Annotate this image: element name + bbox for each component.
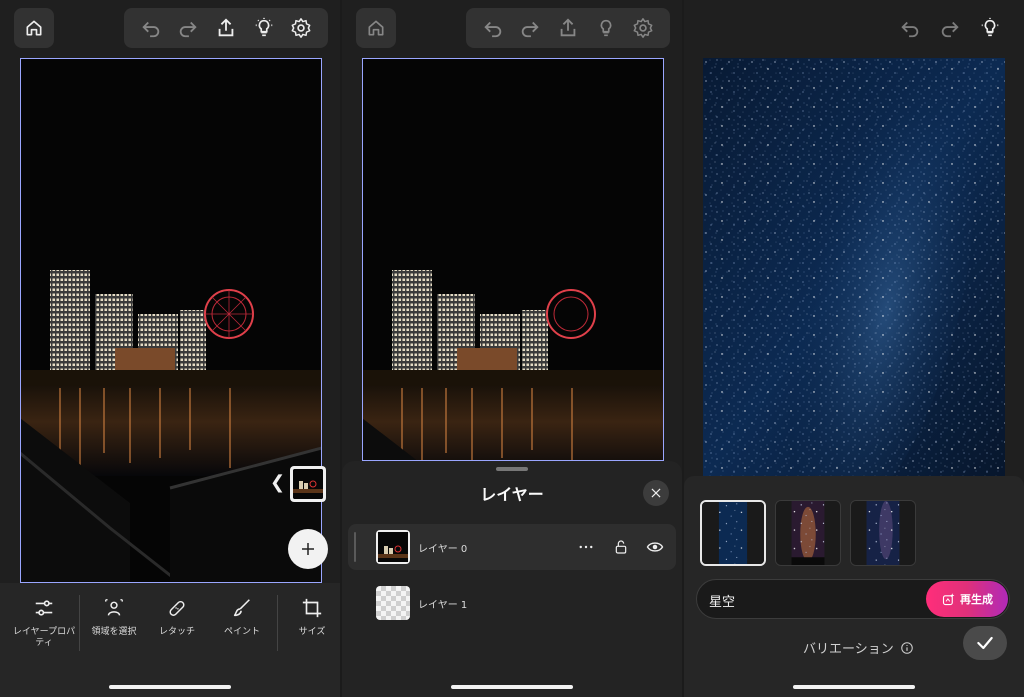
- home-button[interactable]: [14, 8, 54, 48]
- crop-icon: [302, 598, 322, 618]
- editor-panel: ❮ レイヤープロパティ 領域を選択 レタッチ ペイント サイズ: [0, 0, 340, 697]
- share-button[interactable]: [212, 14, 240, 42]
- info-icon[interactable]: [900, 641, 914, 655]
- gear-icon: [633, 18, 653, 38]
- more-horizontal-icon: [579, 545, 593, 549]
- redo-icon: [941, 21, 959, 38]
- variation-thumbnail[interactable]: [850, 500, 916, 566]
- variation-thumbnail[interactable]: [775, 500, 841, 566]
- settings-button[interactable]: [629, 14, 657, 42]
- layer-thumbnail: [376, 530, 410, 564]
- canvas-photo[interactable]: [362, 58, 664, 461]
- checkmark-icon: [977, 636, 993, 650]
- tips-button[interactable]: [592, 14, 620, 42]
- sheet-grab-handle[interactable]: [496, 467, 528, 471]
- variation-preview-image: [851, 501, 915, 565]
- layer-row[interactable]: レイヤー 1: [348, 580, 676, 626]
- gear-icon: [291, 18, 311, 38]
- home-icon: [26, 20, 42, 36]
- prompt-text: 星空: [709, 595, 736, 610]
- visibility-toggle[interactable]: [644, 536, 666, 558]
- canvas-photo[interactable]: [20, 58, 322, 583]
- lock-toggle[interactable]: [610, 536, 632, 558]
- share-icon: [560, 18, 576, 37]
- tool-select-region[interactable]: 領域を選択: [79, 595, 149, 638]
- undo-icon: [142, 21, 159, 38]
- tips-button[interactable]: [976, 14, 1004, 42]
- night-city-image: [362, 58, 664, 461]
- layer-preview-image: [378, 532, 408, 562]
- prompt-input[interactable]: 星空 再生成: [696, 579, 1010, 619]
- layer-thumbnail-transparent: [376, 586, 410, 620]
- lightbulb-icon: [981, 17, 999, 37]
- eye-icon: [646, 542, 664, 552]
- layer-row[interactable]: レイヤー 0: [348, 524, 676, 570]
- tool-size[interactable]: サイズ: [277, 595, 340, 638]
- top-toolbar: [466, 8, 670, 48]
- tool-paint[interactable]: ペイント: [207, 595, 277, 638]
- generation-options-panel: 星空 再生成 バリエーション: [684, 476, 1024, 697]
- redo-icon: [522, 21, 540, 38]
- more-options-button[interactable]: [575, 536, 597, 558]
- home-button[interactable]: [356, 8, 396, 48]
- layer-thumbnail-button[interactable]: [290, 466, 326, 502]
- undo-icon: [484, 21, 501, 38]
- sliders-icon: [35, 600, 53, 616]
- variation-label: バリエーション: [803, 642, 894, 657]
- layers-panel: レイヤー レイヤー 0 レイヤー 1: [342, 0, 682, 697]
- unlock-icon: [615, 540, 627, 554]
- add-layer-button[interactable]: [288, 529, 328, 569]
- share-button[interactable]: [554, 14, 582, 42]
- bottom-tool-bar: レイヤープロパティ 領域を選択 レタッチ ペイント サイズ: [0, 583, 340, 697]
- undo-icon: [901, 21, 919, 38]
- generated-starry-sky-image[interactable]: [703, 58, 1005, 476]
- layer-thumbnail: [293, 469, 323, 499]
- redo-button[interactable]: [174, 14, 202, 42]
- home-indicator: [793, 685, 915, 689]
- undo-button[interactable]: [896, 14, 924, 42]
- plus-icon: [302, 543, 314, 555]
- generate-sparkle-icon: [942, 592, 955, 605]
- variation-thumbnail[interactable]: [700, 500, 766, 566]
- layer-preview-image: [293, 469, 323, 499]
- redo-icon: [180, 21, 198, 38]
- chevron-left-icon[interactable]: ❮: [270, 472, 285, 493]
- sheet-title: レイヤー: [480, 485, 544, 504]
- brush-icon: [233, 599, 250, 617]
- generative-fill-panel: 星空 再生成 バリエーション: [684, 0, 1024, 697]
- close-button[interactable]: [643, 480, 669, 506]
- layer-name: レイヤー 1: [418, 600, 468, 611]
- variation-preview-image: [776, 501, 840, 565]
- lightbulb-icon: [255, 17, 272, 37]
- layer-name: レイヤー 0: [418, 544, 468, 555]
- tool-retouch[interactable]: レタッチ: [142, 595, 212, 638]
- share-icon: [218, 18, 234, 37]
- lightbulb-icon: [600, 19, 611, 37]
- redo-button[interactable]: [516, 14, 544, 42]
- variation-preview-image: [702, 502, 764, 564]
- variation-label-group: バリエーション: [803, 638, 914, 657]
- top-toolbar: [124, 8, 328, 48]
- confirm-button[interactable]: [963, 626, 1007, 660]
- select-subject-icon: [105, 599, 123, 616]
- redo-button[interactable]: [936, 14, 964, 42]
- home-indicator: [109, 685, 231, 689]
- layers-sheet: レイヤー レイヤー 0 レイヤー 1: [342, 461, 682, 697]
- tool-layer-properties[interactable]: レイヤープロパティ: [9, 595, 79, 649]
- regenerate-button[interactable]: 再生成: [926, 581, 1008, 617]
- regenerate-label: 再生成: [960, 593, 993, 606]
- drag-handle[interactable]: [354, 532, 356, 562]
- undo-button[interactable]: [479, 14, 507, 42]
- settings-button[interactable]: [287, 14, 315, 42]
- home-icon: [368, 20, 384, 36]
- undo-button[interactable]: [137, 14, 165, 42]
- tips-button[interactable]: [250, 14, 278, 42]
- bandage-icon: [169, 600, 185, 616]
- close-icon: [651, 488, 661, 498]
- night-city-image: [20, 58, 322, 583]
- home-indicator: [451, 685, 573, 689]
- starry-sky-image: [703, 58, 1005, 476]
